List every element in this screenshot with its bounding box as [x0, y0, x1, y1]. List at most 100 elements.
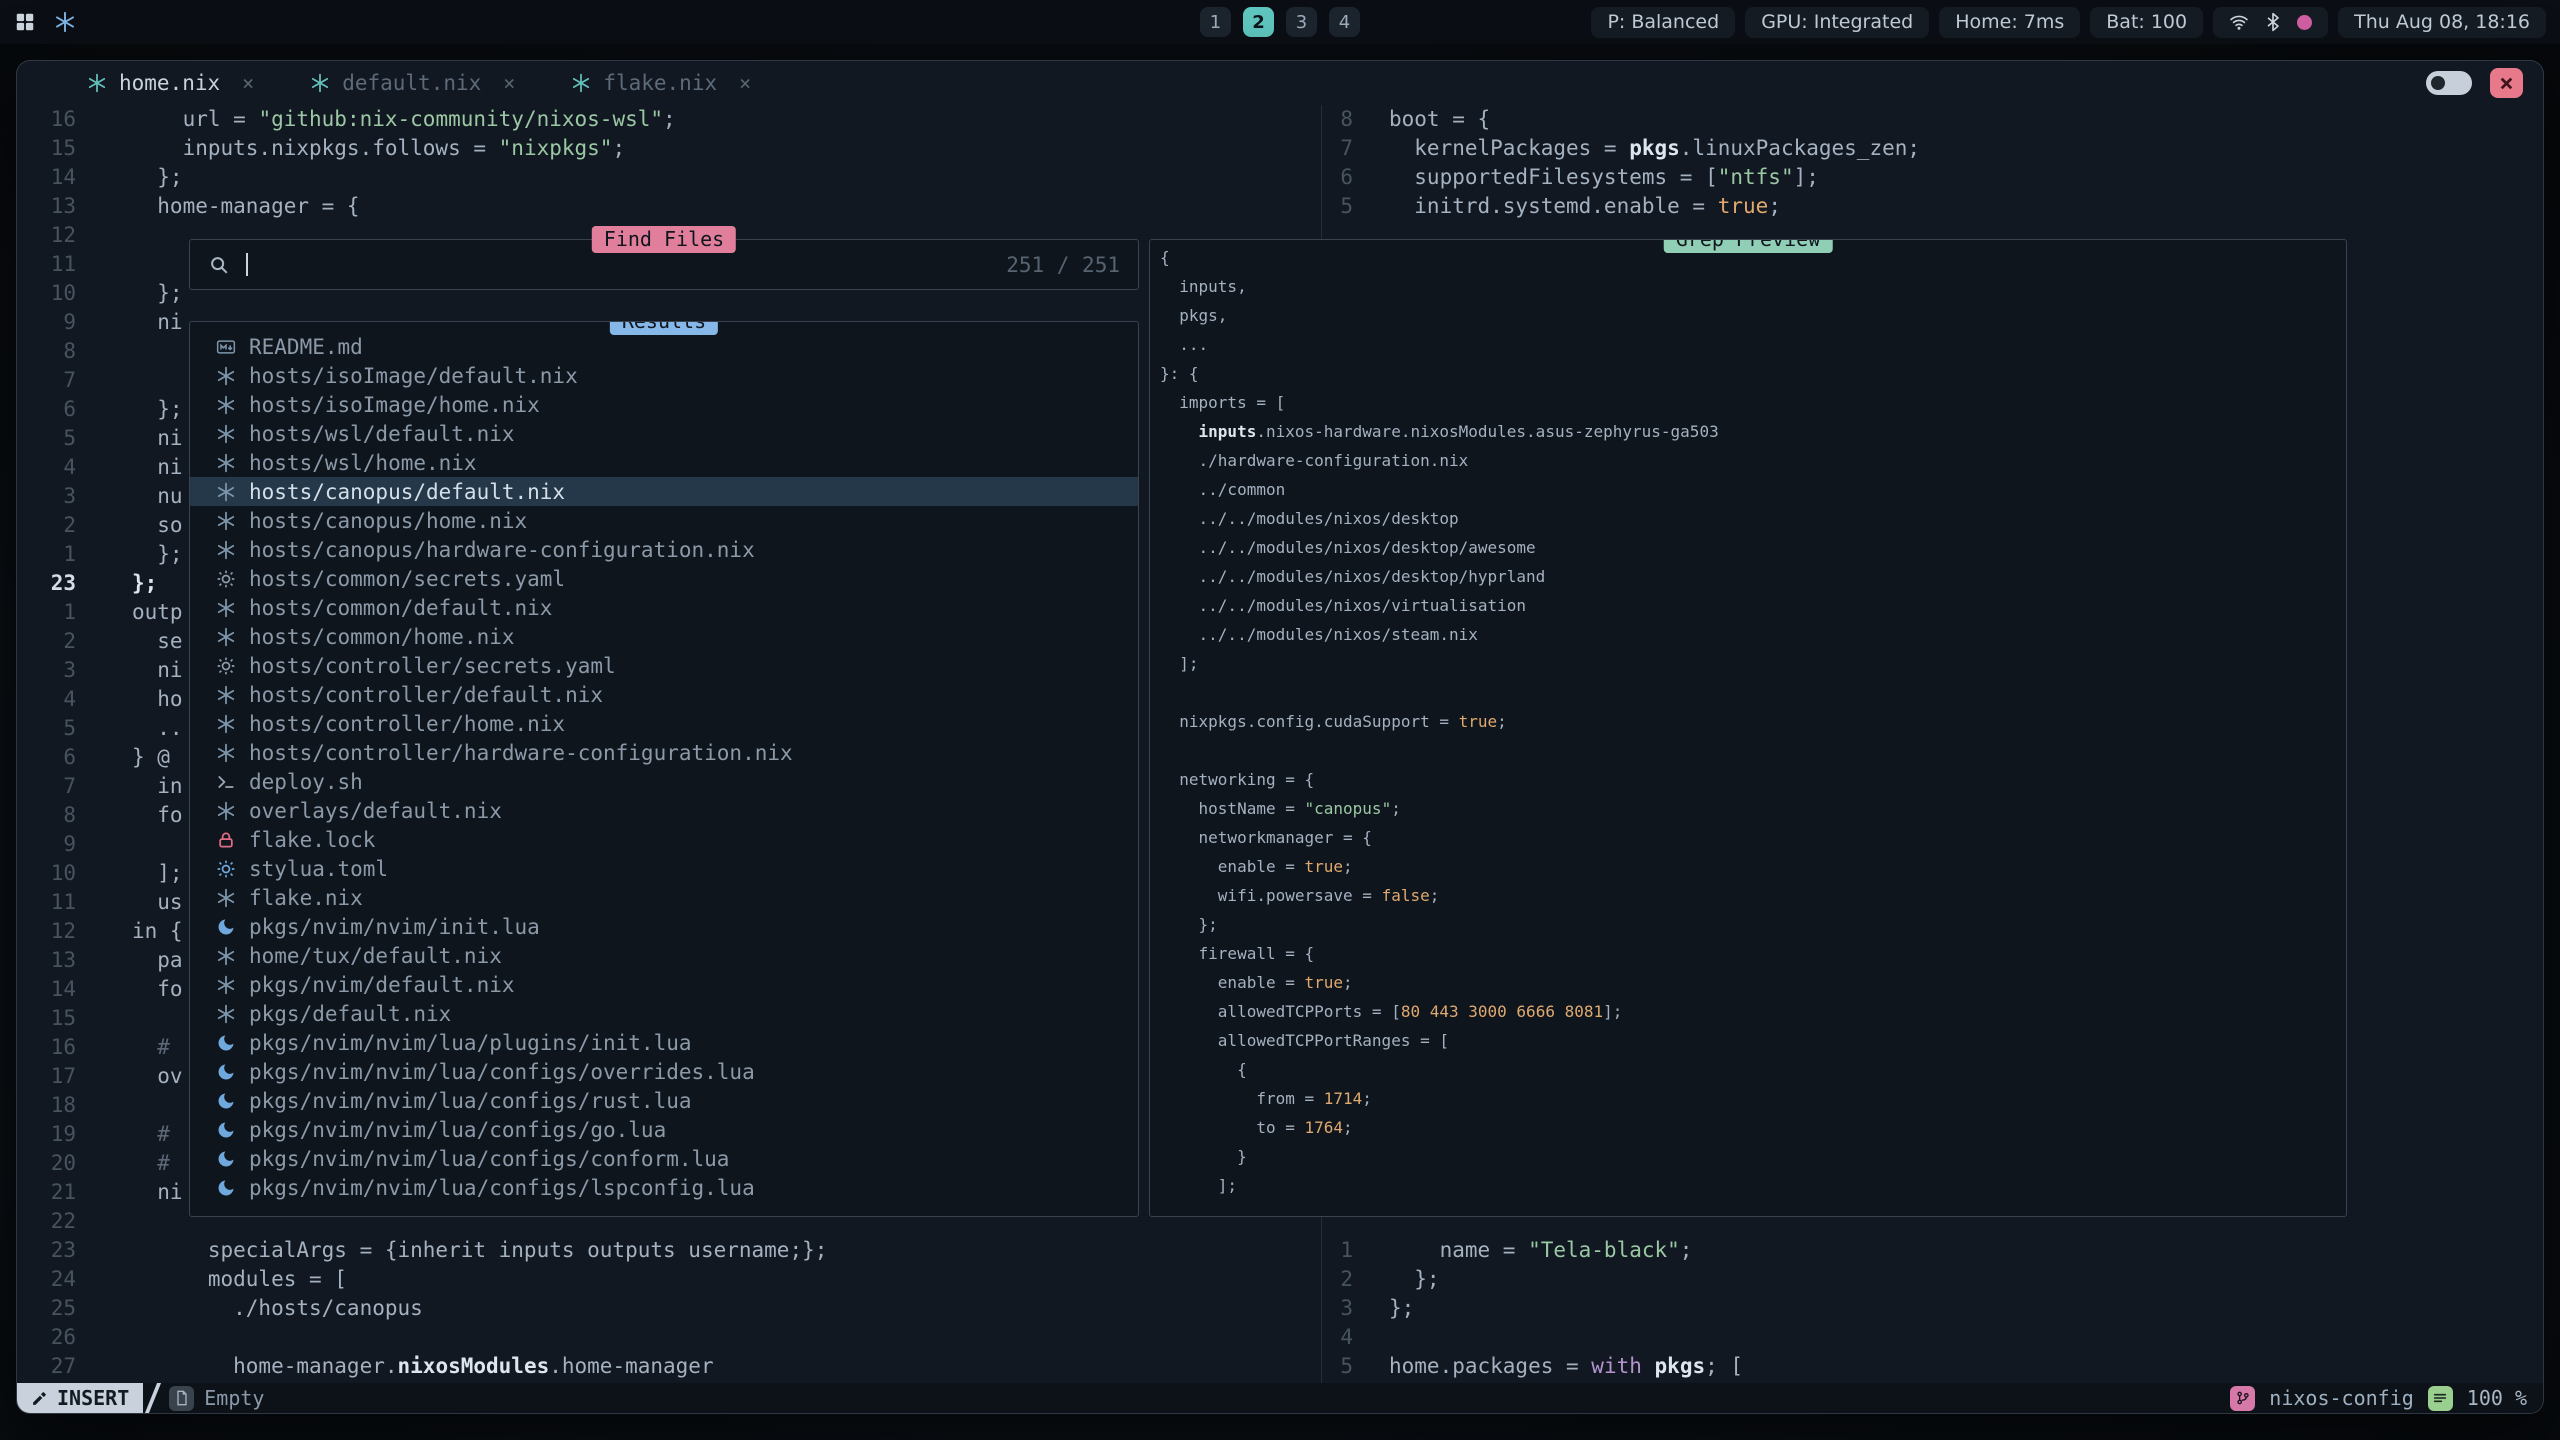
line-text: };	[1389, 1265, 1440, 1294]
code-line: ];	[1160, 654, 2346, 683]
result-item[interactable]: stylua.toml	[190, 854, 1138, 883]
line-number: 1	[1321, 1236, 1353, 1265]
result-item[interactable]: deploy.sh	[190, 767, 1138, 796]
line-text: ../../modules/nixos/desktop/hyprland	[1160, 567, 1545, 596]
workspace-2[interactable]: 2	[1243, 7, 1274, 37]
file-status: Empty	[204, 1386, 264, 1410]
result-item[interactable]: hosts/isoImage/home.nix	[190, 390, 1138, 419]
app-launcher-icon[interactable]	[14, 11, 36, 33]
nixos-logo-icon	[54, 11, 76, 33]
line-number: 8	[17, 801, 76, 830]
tab-default.nix[interactable]: default.nix×	[310, 71, 515, 95]
repo-icon-chip	[2230, 1386, 2255, 1411]
result-item[interactable]: hosts/common/default.nix	[190, 593, 1138, 622]
status-modules: P: BalancedGPU: IntegratedHome: 7msBat: …	[1591, 7, 2203, 38]
tab-close-icon[interactable]: ×	[242, 71, 254, 95]
workspace-3[interactable]: 3	[1286, 7, 1317, 37]
tab-close-icon[interactable]: ×	[739, 71, 751, 95]
result-item[interactable]: hosts/isoImage/default.nix	[190, 361, 1138, 390]
tab-flake.nix[interactable]: flake.nix×	[571, 71, 751, 95]
result-item[interactable]: hosts/controller/secrets.yaml	[190, 651, 1138, 680]
line-text: boot = {	[1389, 105, 1490, 134]
code-line: 14 };	[17, 163, 1321, 192]
result-item[interactable]: hosts/common/home.nix	[190, 622, 1138, 651]
code-line: inputs,	[1160, 277, 2346, 306]
find-files-prompt[interactable]: Find Files 251 / 251	[189, 239, 1139, 290]
result-item[interactable]: pkgs/nvim/nvim/lua/configs/rust.lua	[190, 1086, 1138, 1115]
result-item[interactable]: flake.lock	[190, 825, 1138, 854]
line-text	[132, 830, 145, 859]
result-item[interactable]: README.md	[190, 332, 1138, 361]
line-text: home-manager = {	[132, 192, 360, 221]
terminal-window: home.nix×default.nix×flake.nix× × 16 url…	[16, 60, 2544, 1414]
result-label: pkgs/nvim/nvim/init.lua	[249, 915, 540, 939]
line-number: 10	[17, 279, 76, 308]
result-label: hosts/common/default.nix	[249, 596, 552, 620]
code-line: allowedTCPPorts = [80 443 3000 6666 8081…	[1160, 1002, 2346, 1031]
result-item[interactable]: pkgs/default.nix	[190, 999, 1138, 1028]
line-number: 16	[17, 1033, 76, 1062]
git-branch-icon	[2235, 1390, 2251, 1406]
line-number: 13	[17, 946, 76, 975]
result-item[interactable]: hosts/controller/home.nix	[190, 709, 1138, 738]
result-item[interactable]: pkgs/nvim/default.nix	[190, 970, 1138, 999]
result-item[interactable]: hosts/wsl/default.nix	[190, 419, 1138, 448]
code-line: 5 initrd.systemd.enable = true;	[1321, 192, 2543, 221]
line-number: 11	[17, 888, 76, 917]
line-number: 5	[17, 714, 76, 743]
editor-right-pane-bottom[interactable]: 1 name = "Tela-black";2 };3};4 5home.pac…	[1321, 1236, 2543, 1381]
line-number: 4	[17, 453, 76, 482]
line-text: outp	[132, 598, 183, 627]
code-line: ];	[1160, 1176, 2346, 1205]
line-text: ./hosts/canopus	[132, 1294, 423, 1323]
window-close-button[interactable]: ×	[2490, 68, 2523, 98]
nix-icon	[216, 598, 236, 618]
result-item[interactable]: hosts/controller/default.nix	[190, 680, 1138, 709]
toggle-switch[interactable]	[2426, 71, 2472, 95]
line-number: 19	[17, 1120, 76, 1149]
line-text: ../../modules/nixos/virtualisation	[1160, 596, 1526, 625]
code-line: ../../modules/nixos/steam.nix	[1160, 625, 2346, 654]
result-item[interactable]: hosts/canopus/home.nix	[190, 506, 1138, 535]
result-item[interactable]: hosts/common/secrets.yaml	[190, 564, 1138, 593]
file-icon	[174, 1390, 190, 1406]
tab-close-icon[interactable]: ×	[503, 71, 515, 95]
line-text: };	[132, 540, 183, 569]
result-item[interactable]: hosts/controller/hardware-configuration.…	[190, 738, 1138, 767]
editor-right-pane-top[interactable]: 8boot = {7 kernelPackages = pkgs.linuxPa…	[1321, 105, 2543, 221]
code-line: ./hardware-configuration.nix	[1160, 451, 2346, 480]
result-item[interactable]: pkgs/nvim/nvim/lua/configs/go.lua	[190, 1115, 1138, 1144]
result-item[interactable]: hosts/canopus/hardware-configuration.nix	[190, 535, 1138, 564]
mode-text: INSERT	[57, 1386, 129, 1410]
line-text: ../common	[1160, 480, 1285, 509]
workspace-4[interactable]: 4	[1329, 7, 1360, 37]
result-label: hosts/wsl/default.nix	[249, 422, 515, 446]
workspace-1[interactable]: 1	[1200, 7, 1231, 37]
result-item[interactable]: home/tux/default.nix	[190, 941, 1138, 970]
line-text	[132, 366, 145, 395]
result-item[interactable]: hosts/canopus/default.nix	[190, 477, 1138, 506]
line-text: };	[132, 395, 183, 424]
result-item[interactable]: pkgs/nvim/nvim/lua/configs/lspconfig.lua	[190, 1173, 1138, 1202]
result-item[interactable]: pkgs/nvim/nvim/lua/configs/conform.lua	[190, 1144, 1138, 1173]
result-item[interactable]: pkgs/nvim/nvim/init.lua	[190, 912, 1138, 941]
nix-icon	[216, 511, 236, 531]
line-number: 6	[17, 395, 76, 424]
line-text: inputs,	[1160, 277, 1247, 306]
nix-icon	[216, 627, 236, 647]
result-item[interactable]: hosts/wsl/home.nix	[190, 448, 1138, 477]
line-text: fo	[132, 975, 183, 1004]
preview-code: { inputs, pkgs, ...}: { imports = [ inpu…	[1160, 248, 2346, 1205]
find-files-title: Find Files	[592, 226, 736, 253]
tab-home.nix[interactable]: home.nix×	[87, 71, 254, 95]
nix-icon	[216, 743, 236, 763]
md-icon	[216, 337, 236, 357]
result-item[interactable]: flake.nix	[190, 883, 1138, 912]
line-text: home-manager.nixosModules.home-manager	[132, 1352, 714, 1381]
line-number: 4	[17, 685, 76, 714]
nix-icon	[216, 366, 236, 386]
result-item[interactable]: pkgs/nvim/nvim/lua/plugins/init.lua	[190, 1028, 1138, 1057]
result-label: pkgs/default.nix	[249, 1002, 451, 1026]
result-item[interactable]: overlays/default.nix	[190, 796, 1138, 825]
result-item[interactable]: pkgs/nvim/nvim/lua/configs/overrides.lua	[190, 1057, 1138, 1086]
